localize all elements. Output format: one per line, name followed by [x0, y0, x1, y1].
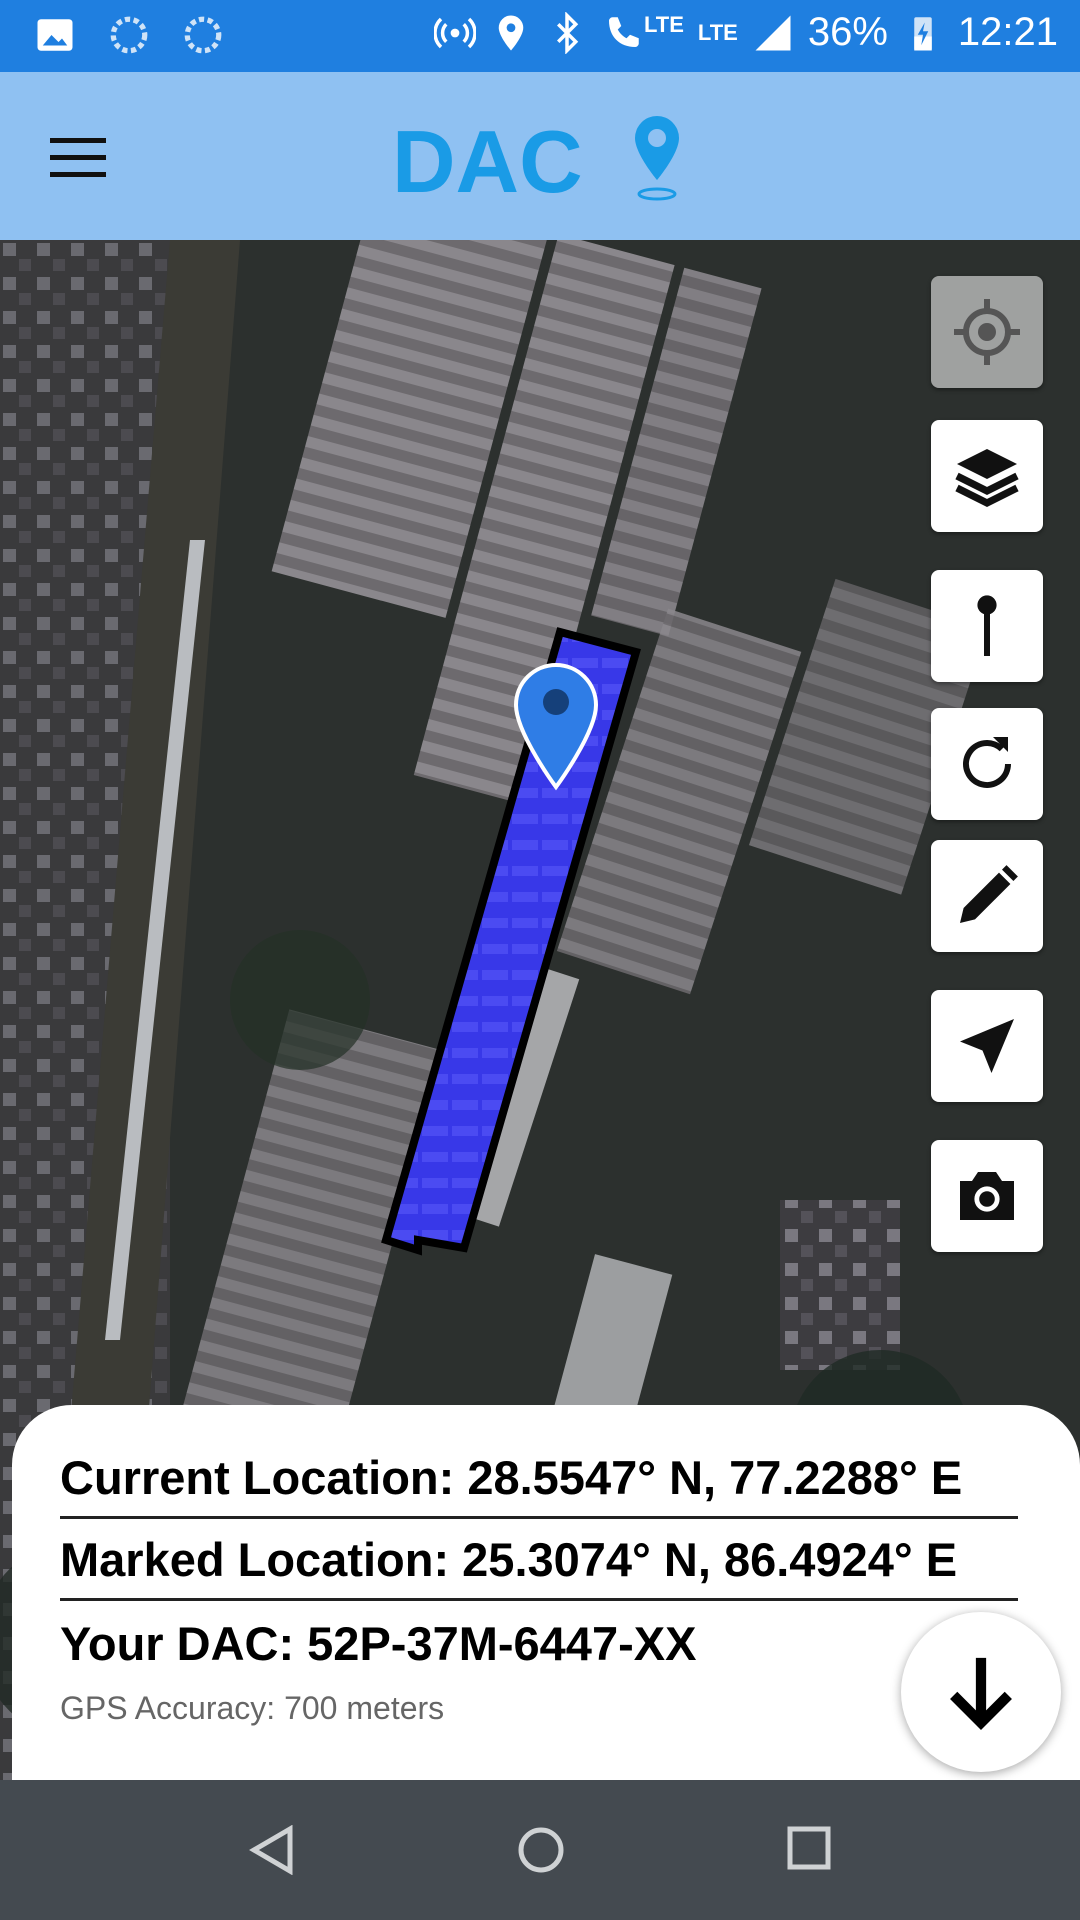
- edit-button[interactable]: [931, 840, 1043, 952]
- collapse-panel-button[interactable]: [901, 1612, 1061, 1772]
- battery-percent: 36%: [807, 10, 888, 54]
- camera-icon: [960, 1172, 1014, 1220]
- clock: 12:21: [957, 10, 1058, 54]
- camera-button[interactable]: [931, 1140, 1043, 1252]
- bluetooth-icon: [556, 11, 579, 54]
- layers-button[interactable]: [931, 420, 1043, 532]
- current-location-text: Current Location: 28.5547° N, 77.2288° E: [60, 1448, 1018, 1519]
- crosshair-icon: [954, 299, 1020, 365]
- recents-icon[interactable]: [786, 1825, 832, 1871]
- hamburger-menu-icon[interactable]: [50, 138, 106, 178]
- battery-charging-icon: [914, 16, 932, 50]
- signal-icon: [755, 15, 791, 50]
- dac-logo: DAC: [392, 112, 679, 211]
- refresh-icon: [963, 737, 1011, 788]
- layers-icon: [955, 449, 1019, 508]
- dac-code-text: Your DAC: 52P-37M-6447-XX: [60, 1617, 697, 1670]
- call-lte-icon: LTE: [602, 12, 684, 54]
- navigate-button[interactable]: [931, 990, 1043, 1102]
- home-icon[interactable]: [516, 1825, 566, 1875]
- refresh-button[interactable]: [931, 708, 1043, 820]
- loading-icon: [110, 16, 148, 54]
- marked-location-text: Marked Location: 25.3074° N, 86.4924° E: [60, 1530, 1018, 1601]
- svg-text:DAC: DAC: [392, 112, 583, 211]
- location-icon: [498, 15, 524, 50]
- loading-icon: [184, 16, 222, 54]
- pin-icon: [977, 595, 997, 656]
- image-icon: [37, 19, 73, 51]
- gps-accuracy-text: GPS Accuracy: 700 meters: [60, 1690, 445, 1726]
- app-bar: DAC: [0, 72, 1080, 240]
- arrow-down-icon: [950, 1657, 1012, 1730]
- hotspot-icon: [433, 17, 476, 48]
- status-bar: LTE LTE 36% 12:21: [0, 0, 1080, 72]
- pencil-icon: [960, 865, 1018, 923]
- back-icon[interactable]: [248, 1825, 296, 1875]
- network-label: LTE: [643, 11, 684, 37]
- my-location-button[interactable]: [931, 276, 1043, 388]
- system-navigation-bar: [0, 1780, 1080, 1920]
- network-label: LTE: [697, 19, 738, 45]
- navigation-arrow-icon: [960, 1019, 1014, 1073]
- pin-button[interactable]: [931, 570, 1043, 682]
